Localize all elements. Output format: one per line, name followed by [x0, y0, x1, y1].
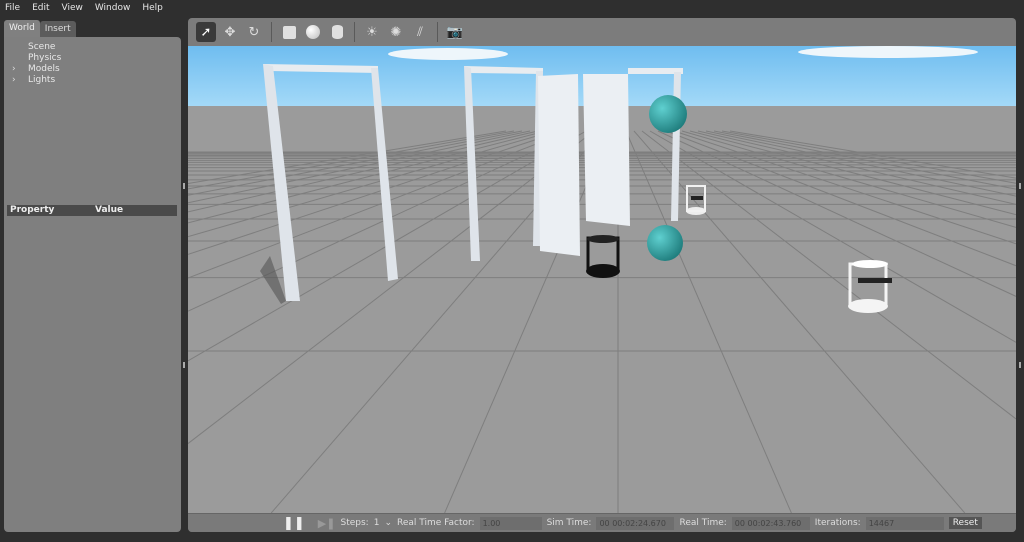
- sphere-lower[interactable]: [647, 225, 683, 261]
- steps-label: Steps:: [340, 518, 369, 528]
- expand-arrow-icon[interactable]: ›: [12, 64, 16, 75]
- property-column: Property: [10, 205, 55, 215]
- tab-world[interactable]: World: [4, 20, 40, 37]
- splitter-handle[interactable]: [183, 362, 185, 368]
- sim-time-field: 00 00:02:24.670: [596, 516, 675, 530]
- rotate-icon[interactable]: ↻: [244, 22, 264, 42]
- sphere-icon[interactable]: [303, 22, 323, 42]
- menu-edit[interactable]: Edit: [32, 3, 49, 13]
- divider: [437, 22, 438, 42]
- spot-light-icon[interactable]: ✺: [386, 22, 406, 42]
- cloud: [798, 46, 978, 58]
- cylinder-icon[interactable]: [327, 22, 347, 42]
- world-panel: Scene Physics › Models › Lights Property V…: [4, 37, 181, 532]
- expand-arrow-icon[interactable]: ›: [12, 75, 16, 86]
- tree-item-physics[interactable]: Physics: [10, 53, 61, 64]
- tree-label: Scene: [28, 42, 56, 52]
- menu-window[interactable]: Window: [95, 3, 131, 13]
- directional-light-icon[interactable]: ⫽: [410, 22, 430, 42]
- render-viewport: ➚ ✥ ↻ ☀ ✺ ⫽ 📷 ❚❚ ▶❚ Steps: 1 ⌄ Real Time …: [188, 18, 1016, 532]
- pause-icon[interactable]: ❚❚: [283, 516, 305, 531]
- tab-insert[interactable]: Insert: [39, 21, 76, 38]
- splitter-handle[interactable]: [183, 183, 185, 189]
- box-icon[interactable]: [279, 22, 299, 42]
- cloud: [388, 48, 508, 60]
- chevron-down-icon[interactable]: ⌄: [384, 518, 392, 528]
- menu-bar: File Edit View Window Help: [0, 0, 1024, 16]
- real-time-field: 00 00:02:43.760: [731, 516, 810, 530]
- screenshot-icon[interactable]: 📷: [445, 22, 465, 42]
- sphere-upper[interactable]: [649, 95, 687, 133]
- splitter-handle[interactable]: [1019, 183, 1021, 189]
- time-panel: ❚❚ ▶❚ Steps: 1 ⌄ Real Time Factor: 1.00 S…: [188, 513, 1016, 532]
- select-arrow-icon[interactable]: ➚: [196, 22, 216, 42]
- tree-item-scene[interactable]: Scene: [10, 42, 61, 53]
- step-icon[interactable]: ▶❚: [318, 517, 336, 530]
- splitter-handle[interactable]: [1019, 362, 1021, 368]
- tree-item-models[interactable]: › Models: [10, 64, 61, 75]
- tree-item-lights[interactable]: › Lights: [10, 75, 61, 86]
- translate-icon[interactable]: ✥: [220, 22, 240, 42]
- menu-file[interactable]: File: [5, 3, 20, 13]
- iterations-label: Iterations:: [814, 518, 861, 528]
- rtf-label: Real Time Factor:: [396, 518, 475, 528]
- steps-spinner[interactable]: 1: [374, 518, 380, 528]
- toolbar: ➚ ✥ ↻ ☀ ✺ ⫽ 📷: [188, 18, 1016, 46]
- real-time-label: Real Time:: [679, 518, 727, 528]
- divider: [271, 22, 272, 42]
- menu-view[interactable]: View: [62, 3, 83, 13]
- value-column: Value: [95, 205, 124, 215]
- property-header: Property Value: [7, 205, 177, 216]
- tree-label: Physics: [28, 53, 62, 63]
- point-light-icon[interactable]: ☀: [362, 22, 382, 42]
- tree-label: Models: [28, 64, 60, 74]
- 3d-scene[interactable]: [188, 46, 1016, 513]
- tree-label: Lights: [28, 75, 56, 85]
- reset-button[interactable]: Reset: [948, 517, 982, 529]
- divider: [354, 22, 355, 42]
- menu-help[interactable]: Help: [142, 3, 163, 13]
- sim-time-label: Sim Time:: [546, 518, 592, 528]
- left-tabs: World Insert: [4, 20, 76, 38]
- rtf-field: 1.00: [479, 516, 542, 530]
- iterations-field: 14467: [865, 516, 944, 530]
- world-tree: Scene Physics › Models › Lights: [10, 42, 61, 86]
